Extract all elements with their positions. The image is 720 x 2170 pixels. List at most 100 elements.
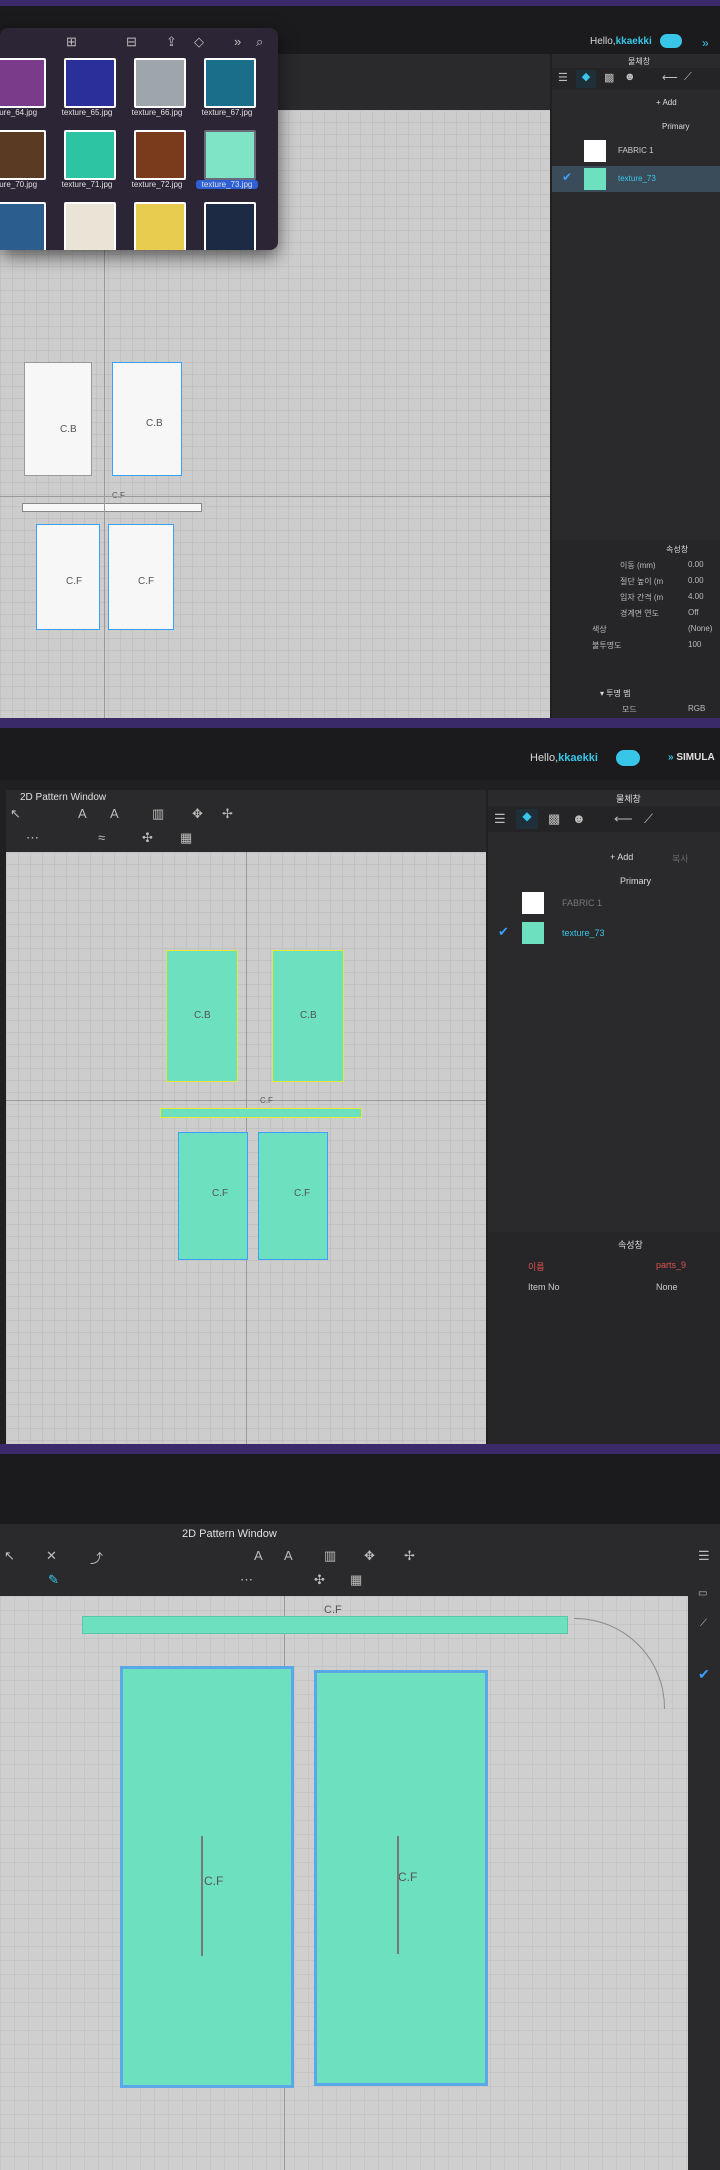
pattern-tool-icon[interactable]: ✣ [142, 830, 153, 846]
finder-file-item[interactable]: texture_72.jpg [120, 130, 190, 200]
texture-tab-icon[interactable]: ▩ [548, 811, 560, 827]
fabric-name[interactable]: FABRIC 1 [618, 146, 654, 155]
finder-file-item[interactable]: texture_65.jpg [50, 58, 120, 128]
back-piece-left[interactable] [24, 362, 92, 476]
fabric-tab-icon[interactable]: ◆ [576, 70, 596, 88]
sew-tool-icon[interactable]: ≈ [98, 830, 105, 845]
list-icon[interactable]: ☰ [698, 1548, 710, 1564]
fabric-tab-icon[interactable]: ◆ [516, 809, 538, 829]
grid-tool-icon[interactable]: ▥ [324, 1548, 336, 1564]
add-button[interactable]: + Add [656, 98, 677, 107]
line-tab-icon[interactable]: ⟵ [614, 811, 633, 827]
property-value[interactable]: Off [688, 608, 699, 617]
item-no-value[interactable]: None [656, 1282, 678, 1292]
property-value[interactable]: (None) [688, 624, 712, 633]
text-tool-icon[interactable]: A [254, 1548, 263, 1563]
file-thumbnail[interactable] [0, 202, 46, 250]
cut-tool-icon[interactable]: ✕ [46, 1548, 57, 1564]
cloud-icon[interactable] [660, 34, 682, 48]
file-thumbnail[interactable] [0, 130, 46, 180]
file-thumbnail[interactable] [0, 58, 46, 108]
simulation-icon[interactable]: » [702, 36, 709, 50]
fold-tool-icon[interactable]: ⤴ [90, 1548, 103, 1567]
file-name[interactable]: texture_71.jpg [54, 180, 120, 189]
layout-tool-icon[interactable]: ▦ [180, 830, 192, 846]
fabric-swatch[interactable] [522, 892, 544, 914]
edit-tool-icon[interactable]: ✎ [48, 1572, 59, 1588]
file-name[interactable]: texture_67.jpg [194, 108, 260, 117]
avatar-tab-icon[interactable]: ☻ [572, 811, 586, 826]
finder-file-item[interactable]: texture_66.jpg [120, 58, 190, 128]
pin-tool-icon[interactable]: ✢ [222, 806, 233, 822]
finder-file-item[interactable]: texture_79.jpg [190, 202, 260, 250]
texture-tab-icon[interactable]: ▩ [604, 71, 614, 84]
text-size-icon[interactable]: A [110, 806, 119, 821]
pattern-canvas[interactable]: C.B C.B C.F C.F C.F [6, 852, 486, 1444]
property-value[interactable]: 100 [688, 640, 701, 649]
waistband[interactable] [82, 1616, 568, 1634]
file-thumbnail[interactable] [134, 202, 186, 250]
property-value[interactable]: 0.00 [688, 560, 704, 569]
needle-tab-icon[interactable]: ⟋ [684, 71, 692, 84]
finder-file-item[interactable]: ture_64.jpg [0, 58, 50, 128]
file-thumbnail[interactable] [134, 130, 186, 180]
pattern-tool-icon[interactable]: ✣ [314, 1572, 325, 1588]
copy-button[interactable]: 복사 [672, 852, 689, 865]
simulation-button[interactable]: » SIMULA [668, 752, 715, 763]
finder-file-item[interactable]: texture_77.jpg [50, 202, 120, 250]
finder-file-item[interactable]: texture_67.jpg [190, 58, 260, 128]
measure-tool-icon[interactable]: ⋯ [26, 830, 39, 846]
add-button[interactable]: + Add [610, 852, 633, 862]
brush-tool-icon[interactable]: ✥ [192, 806, 203, 822]
cloud-icon[interactable] [616, 750, 640, 766]
finder-file-item[interactable]: texture_78.jpg [120, 202, 190, 250]
file-name[interactable]: texture_65.jpg [54, 108, 120, 117]
text-tool-icon[interactable]: A [78, 806, 87, 821]
list-icon[interactable]: ☰ [494, 811, 506, 827]
avatar-tab-icon[interactable]: ☻ [624, 71, 636, 83]
property-value[interactable]: 0.00 [688, 576, 704, 585]
fabric-name[interactable]: FABRIC 1 [562, 898, 602, 908]
finder-file-item[interactable]: ture_70.jpg [0, 130, 50, 200]
sew-tool-icon[interactable]: ⋯ [240, 1572, 253, 1588]
fabric-name[interactable]: texture_73 [562, 928, 605, 938]
line-tab-icon[interactable]: ⟵ [662, 71, 678, 84]
file-thumbnail[interactable] [134, 58, 186, 108]
layout-tool-icon[interactable]: ▦ [350, 1572, 362, 1588]
file-thumbnail[interactable] [64, 58, 116, 108]
file-thumbnail[interactable] [204, 58, 256, 108]
waistband[interactable] [22, 503, 202, 512]
finder-file-item[interactable]: ture_76.jpg [0, 202, 50, 250]
grid-tool-icon[interactable]: ▥ [152, 806, 164, 822]
pin-tool-icon[interactable]: ✢ [404, 1548, 415, 1564]
pattern-canvas[interactable]: C.F C.F C.F [0, 1596, 688, 2170]
waistband[interactable] [160, 1108, 362, 1118]
finder-file-item[interactable]: texture_71.jpg [50, 130, 120, 200]
file-name[interactable]: texture_73.jpg [196, 180, 258, 189]
file-name[interactable]: texture_66.jpg [124, 108, 190, 117]
file-name[interactable]: texture_72.jpg [124, 180, 190, 189]
file-thumbnail[interactable] [64, 130, 116, 180]
select-tool-icon[interactable]: ↖ [10, 806, 21, 822]
edit-icon[interactable]: ⟋ [700, 1618, 707, 1629]
file-thumbnail[interactable] [204, 202, 256, 250]
select-tool-icon[interactable]: ↖ [4, 1548, 15, 1564]
list-icon[interactable]: ☰ [558, 71, 568, 84]
file-name[interactable]: ture_70.jpg [0, 180, 50, 189]
property-value[interactable]: 4.00 [688, 592, 704, 601]
mode-value[interactable]: RGB [688, 704, 705, 713]
fabric-swatch[interactable] [584, 140, 606, 162]
rotate-gizmo[interactable] [574, 1618, 665, 1709]
finder-file-item[interactable]: texture_73.jpg [190, 130, 260, 200]
brush-tool-icon[interactable]: ✥ [364, 1548, 375, 1564]
name-value[interactable]: parts_9 [656, 1260, 686, 1270]
fabric-swatch[interactable] [522, 922, 544, 944]
front-piece-right[interactable] [258, 1132, 328, 1260]
needle-tab-icon[interactable]: ⟋ [644, 811, 653, 827]
fabric-name[interactable]: texture_73 [618, 174, 656, 183]
text-size-icon[interactable]: A [284, 1548, 293, 1563]
folder-icon[interactable]: ▭ [698, 1588, 707, 1599]
fabric-swatch[interactable] [584, 168, 606, 190]
file-thumbnail[interactable] [64, 202, 116, 250]
file-name[interactable]: ture_64.jpg [0, 108, 50, 117]
